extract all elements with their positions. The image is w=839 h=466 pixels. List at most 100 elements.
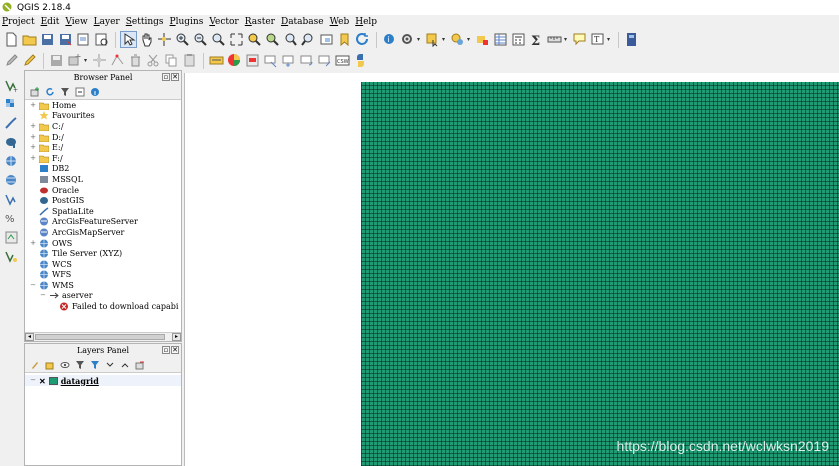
help-contents-button[interactable]	[623, 31, 640, 48]
composer-manager-button[interactable]	[93, 31, 110, 48]
label-toolbar-button[interactable]	[208, 52, 225, 69]
map-tips-button[interactable]	[571, 31, 588, 48]
layer-name[interactable]: datagrid	[61, 376, 99, 386]
add-spatialite-layer-button[interactable]	[2, 115, 22, 132]
save-layer-edits-button[interactable]	[48, 52, 65, 69]
field-calculator-button[interactable]	[510, 31, 527, 48]
filter-legend-button[interactable]	[74, 359, 86, 371]
change-label-button[interactable]	[316, 52, 333, 69]
browser-item-tile-server-xyz[interactable]: Tile Server (XYZ)	[25, 248, 181, 259]
scroll-left-icon[interactable]: ◂	[25, 333, 34, 341]
menu-edit[interactable]: Edit	[39, 17, 64, 27]
float-panel-icon[interactable]: ▫	[162, 73, 170, 81]
new-project-button[interactable]	[3, 31, 20, 48]
filter-by-expression-button[interactable]	[89, 359, 101, 371]
layer-row-datagrid[interactable]: − ✕ datagrid	[25, 375, 181, 386]
menu-plugins[interactable]: Plugins	[168, 17, 208, 27]
copy-features-button[interactable]	[163, 52, 180, 69]
browser-item-db2[interactable]: DB2	[25, 164, 181, 175]
add-raster-layer-button[interactable]	[2, 96, 22, 113]
collapse-icon[interactable]: −	[39, 292, 47, 299]
scroll-right-icon[interactable]: ▸	[172, 333, 181, 341]
save-as-button[interactable]	[57, 31, 74, 48]
current-edits-button[interactable]	[3, 52, 20, 69]
menu-raster[interactable]: Raster	[243, 17, 279, 27]
pin-labels-button[interactable]	[244, 52, 261, 69]
add-wms-layer-button[interactable]	[2, 153, 22, 170]
browser-item-favourites[interactable]: Favourites	[25, 111, 181, 122]
browser-item-c[interactable]: + C:/	[25, 121, 181, 132]
refresh-browser-button[interactable]	[44, 86, 56, 98]
show-statistical-summary-button[interactable]: Σ	[528, 31, 545, 48]
zoom-to-selection-button[interactable]	[246, 31, 263, 48]
browser-item-e[interactable]: + E:/	[25, 142, 181, 153]
chevron-down-icon[interactable]: ▾	[84, 57, 89, 64]
enable-properties-button[interactable]	[89, 86, 101, 98]
add-wcs-layer-button[interactable]	[2, 172, 22, 189]
collapse-icon[interactable]: −	[29, 377, 37, 384]
zoom-in-button[interactable]	[174, 31, 191, 48]
browser-item-spatialite[interactable]: SpatiaLite	[25, 206, 181, 217]
zoom-last-button[interactable]	[282, 31, 299, 48]
pan-map-button[interactable]	[138, 31, 155, 48]
browser-item-wfs[interactable]: WFS	[25, 270, 181, 281]
manage-map-themes-button[interactable]	[59, 359, 71, 371]
move-feature-button[interactable]	[91, 52, 108, 69]
expand-icon[interactable]: +	[29, 133, 37, 141]
browser-item-home[interactable]: + Home	[25, 100, 181, 111]
pan-to-selection-button[interactable]	[156, 31, 173, 48]
add-group-button[interactable]	[44, 359, 56, 371]
browser-item-arcgismapserver[interactable]: ArcGisMapServer	[25, 227, 181, 238]
show-hide-labels-button[interactable]	[262, 52, 279, 69]
chevron-down-icon[interactable]: ▾	[607, 36, 612, 43]
open-attribute-table-button[interactable]	[492, 31, 509, 48]
new-shapefile-button[interactable]	[2, 248, 22, 265]
browser-item-d[interactable]: + D:/	[25, 132, 181, 143]
browser-item-mssql[interactable]: MSSQL	[25, 174, 181, 185]
menu-layer[interactable]: Layer	[92, 17, 124, 27]
select-by-value-button[interactable]	[449, 31, 466, 48]
bookmarks-button[interactable]	[336, 31, 353, 48]
new-print-composer-button[interactable]	[75, 31, 92, 48]
add-wfs-layer-button[interactable]	[2, 191, 22, 208]
add-postgis-layer-button[interactable]	[2, 134, 22, 151]
expand-icon[interactable]: +	[29, 144, 37, 151]
layer-visibility-checkbox[interactable]: ✕	[39, 376, 46, 386]
zoom-to-layer-button[interactable]	[264, 31, 281, 48]
collapse-all-layers-button[interactable]	[119, 359, 131, 371]
move-label-button[interactable]	[280, 52, 297, 69]
open-layer-styling-button[interactable]	[29, 359, 41, 371]
browser-item-f[interactable]: + F:/	[25, 153, 181, 164]
run-feature-action-button[interactable]	[399, 31, 416, 48]
save-project-button[interactable]	[39, 31, 56, 48]
rotate-label-button[interactable]	[298, 52, 315, 69]
add-selected-layers-button[interactable]	[29, 86, 41, 98]
cut-features-button[interactable]	[145, 52, 162, 69]
collapse-all-button[interactable]	[74, 86, 86, 98]
menu-view[interactable]: View	[63, 17, 91, 27]
expand-icon[interactable]: +	[29, 154, 37, 162]
chevron-down-icon[interactable]: ▾	[417, 36, 422, 43]
close-icon[interactable]: ✕	[171, 346, 179, 354]
browser-item-postgis[interactable]: PostGIS	[25, 195, 181, 206]
remove-layer-button[interactable]	[134, 359, 146, 371]
menu-project[interactable]: Project	[0, 17, 39, 27]
expand-icon[interactable]: +	[29, 122, 37, 130]
select-features-button[interactable]	[424, 31, 441, 48]
node-tool-button[interactable]	[109, 52, 126, 69]
paste-features-button[interactable]	[181, 52, 198, 69]
refresh-button[interactable]	[354, 31, 371, 48]
browser-item-aserver[interactable]: − aserver	[25, 291, 181, 302]
zoom-next-button[interactable]	[300, 31, 317, 48]
zoom-full-button[interactable]	[228, 31, 245, 48]
menu-database[interactable]: Database	[279, 17, 328, 27]
csw-button[interactable]: CSW	[334, 52, 351, 69]
new-map-view-button[interactable]	[318, 31, 335, 48]
layer-labeling-options-button[interactable]	[226, 52, 243, 69]
menu-help[interactable]: Help	[353, 17, 381, 27]
collapse-icon[interactable]: −	[29, 281, 37, 289]
add-vector-layer-button[interactable]: +	[2, 77, 22, 94]
add-virtual-layer-button[interactable]	[2, 229, 22, 246]
menu-web[interactable]: Web	[328, 17, 354, 27]
map-canvas[interactable]: https://blog.csdn.net/wclwksn2019	[184, 73, 839, 466]
